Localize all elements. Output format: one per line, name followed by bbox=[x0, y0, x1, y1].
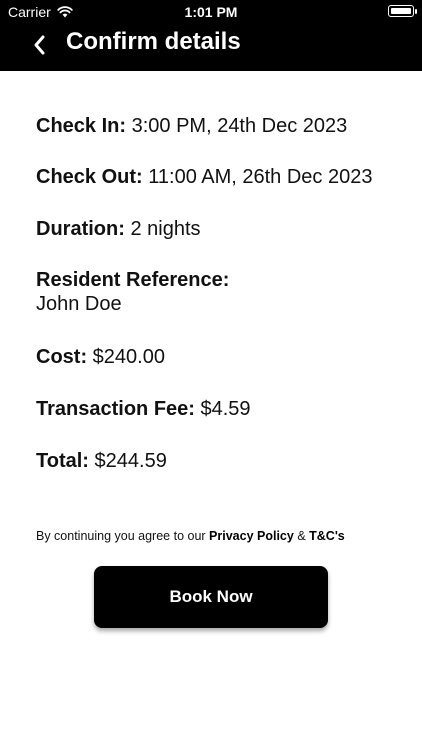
header: Carrier 1:01 PM Confirm details bbox=[0, 0, 422, 71]
detail-label: Total: bbox=[36, 450, 89, 472]
detail-label: Check Out: bbox=[36, 166, 143, 188]
detail-label: Check In: bbox=[36, 115, 127, 137]
chevron-left-icon bbox=[34, 35, 45, 55]
terms-notice: By continuing you agree to our Privacy P… bbox=[36, 529, 345, 543]
status-time: 1:01 PM bbox=[184, 4, 238, 20]
terms-ampersand: & bbox=[297, 529, 306, 543]
detail-check-in: Check In: 3:00 PM, 24th Dec 2023 bbox=[36, 114, 396, 138]
page-title: Confirm details bbox=[66, 28, 241, 55]
terms-prefix: By continuing you agree to our bbox=[36, 529, 206, 543]
detail-check-out: Check Out: 11:00 AM, 26th Dec 2023 bbox=[36, 165, 396, 189]
detail-total: Total: $244.59 bbox=[36, 449, 396, 473]
detail-value: 11:00 AM, 26th Dec 2023 bbox=[148, 166, 373, 188]
detail-value: John Doe bbox=[36, 293, 122, 315]
privacy-policy-link[interactable]: Privacy Policy bbox=[209, 529, 294, 543]
detail-value: 3:00 PM, 24th Dec 2023 bbox=[131, 115, 348, 137]
detail-resident-reference: Resident Reference: John Doe bbox=[36, 268, 396, 316]
detail-label: Transaction Fee: bbox=[36, 398, 195, 420]
detail-label: Resident Reference: bbox=[36, 269, 230, 291]
detail-label: Duration: bbox=[36, 218, 125, 240]
detail-value: 2 nights bbox=[130, 218, 201, 240]
detail-duration: Duration: 2 nights bbox=[36, 217, 396, 241]
battery-nub bbox=[415, 9, 417, 14]
detail-value: $4.59 bbox=[200, 398, 251, 420]
detail-transaction-fee: Transaction Fee: $4.59 bbox=[36, 397, 396, 421]
status-bar: Carrier 1:01 PM bbox=[0, 0, 422, 24]
terms-conditions-link[interactable]: T&C's bbox=[309, 529, 345, 543]
nav-bar: Confirm details bbox=[0, 24, 422, 71]
detail-value: $240.00 bbox=[92, 346, 165, 368]
detail-value: $244.59 bbox=[94, 450, 167, 472]
book-now-button[interactable]: Book Now bbox=[94, 566, 328, 628]
detail-cost: Cost: $240.00 bbox=[36, 345, 396, 369]
detail-label: Cost: bbox=[36, 346, 88, 368]
battery-icon bbox=[388, 5, 414, 17]
back-button[interactable] bbox=[26, 30, 52, 60]
